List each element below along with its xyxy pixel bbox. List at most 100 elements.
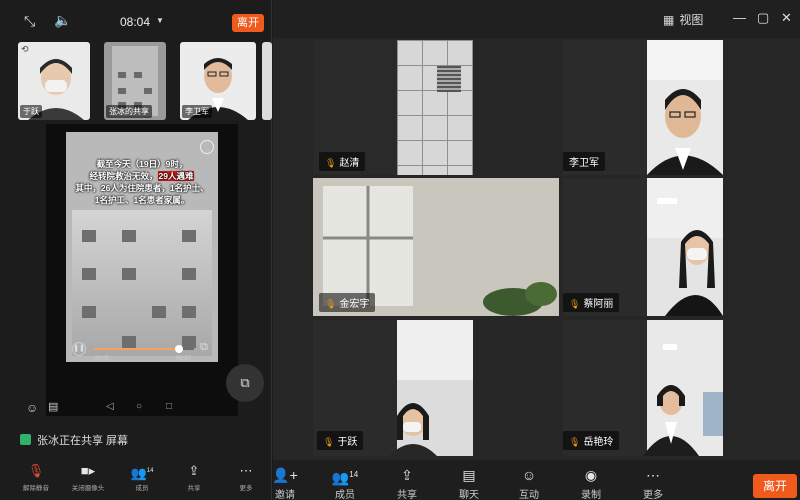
thumbnail-liweijun[interactable]: 李卫军 xyxy=(180,42,256,120)
members-badge: 14 xyxy=(146,468,154,474)
circle-button-icon[interactable] xyxy=(200,140,214,154)
recent-apps-icon[interactable]: □ xyxy=(166,402,172,412)
share-button[interactable]: ⇪ 共享 xyxy=(176,462,212,492)
close-icon[interactable]: ✕ xyxy=(781,10,792,26)
thumbnail-label: 张冰的共享 xyxy=(106,105,152,118)
video-tile-yueyanling[interactable]: 🎙 岳艳玲 xyxy=(563,320,723,456)
collapse-icon[interactable]: ⤡ xyxy=(24,14,35,28)
video-tile-woman-mask[interactable] xyxy=(647,178,723,316)
phone-top-bar: ⤡ 🔈 08:04 ▼ 离开 xyxy=(0,0,272,40)
chat-button[interactable]: ▤ 聊天 xyxy=(449,466,489,500)
emoji-icon[interactable]: ☺ xyxy=(26,402,38,414)
maximize-icon[interactable]: ▢ xyxy=(757,10,769,26)
progress-bar[interactable] xyxy=(94,345,194,353)
thumbnail-yuyue[interactable]: ⟲ 于跃 xyxy=(18,42,90,120)
participant-name: 🎙 岳艳玲 xyxy=(563,431,620,450)
mic-muted-icon: 🎙 xyxy=(27,463,45,478)
participant-name-text: 岳艳玲 xyxy=(583,437,614,448)
toolbar-label: 共享 xyxy=(187,485,201,492)
members-button[interactable]: 👥14 成员 xyxy=(325,466,365,500)
toolbar-label: 互动 xyxy=(519,490,539,500)
desktop-toolbar: 👤+ 邀请 👥14 成员 ⇪ 共享 ▤ 聊天 ☺ 互动 ◉ 录制 ⋯ 更多 xyxy=(272,460,800,500)
total-time: 00:07 xyxy=(176,356,192,362)
participant-name-text: 赵清 xyxy=(339,158,360,169)
mic-icon: 🎙 xyxy=(325,158,337,168)
back-icon[interactable]: ◁ xyxy=(106,402,114,412)
ceiling-scene xyxy=(397,40,473,175)
participant-name-text: 蔡阿丽 xyxy=(583,299,614,310)
comment-icon[interactable]: ▤ xyxy=(48,402,58,413)
unmute-button[interactable]: 🎙 解除静音 xyxy=(18,462,54,492)
camera-icon: ■▸ xyxy=(80,463,96,478)
invite-button[interactable]: 👤+ 邀请 xyxy=(265,466,305,500)
interact-button[interactable]: ☺ 互动 xyxy=(509,466,549,500)
phone-leave-button[interactable]: 离开 xyxy=(232,14,264,32)
meeting-time[interactable]: 08:04 xyxy=(120,15,150,29)
more-icon: ⋯ xyxy=(239,463,253,478)
participant-name: 🎙 蔡阿丽 xyxy=(563,293,620,312)
participant-name-text: 于跃 xyxy=(337,437,358,448)
screen: ⤡ 🔈 08:04 ▼ 离开 ⟲ 于跃 张冰的共享 李卫军 截至今天（19日）9… xyxy=(0,0,800,500)
share-icon: ⇪ xyxy=(401,467,413,483)
invite-icon: 👤+ xyxy=(272,467,298,483)
video-tile-yuyue[interactable]: 🎙 于跃 xyxy=(313,320,473,456)
share-button[interactable]: ⇪ 共享 xyxy=(387,466,427,500)
news-line: 截至今天（19日）9时， xyxy=(96,159,188,169)
share-status: 张冰正在共享 屏幕 xyxy=(20,432,128,448)
toolbar-label: 关闭摄像头 xyxy=(71,485,105,492)
desktop-title-bar: ▦ 视图 — ▢ ✕ xyxy=(273,0,800,38)
mic-icon: 🎙 xyxy=(569,437,581,447)
view-button[interactable]: ▦ 视图 xyxy=(663,11,703,28)
thumbnail-label: 于跃 xyxy=(20,105,42,118)
thumbnail-label: 李卫军 xyxy=(182,105,212,118)
toolbar-label: 录制 xyxy=(581,490,601,500)
toolbar-label: 成员 xyxy=(135,485,149,492)
home-icon[interactable]: ○ xyxy=(136,402,142,412)
thumbnail-partial[interactable] xyxy=(262,42,272,120)
members-icon: 👥14 xyxy=(331,469,359,486)
news-video[interactable]: 截至今天（19日）9时， 经转院救治无效，29人遇难 其中，26人为住院患者，1… xyxy=(66,132,218,362)
share-icon: ⇪ xyxy=(188,463,200,478)
video-tile-jinhongyu[interactable]: 🎙 金宏宇 xyxy=(313,178,559,316)
more-icon: ⋯ xyxy=(646,467,660,483)
building-image xyxy=(72,210,212,356)
share-tag-icon xyxy=(20,434,31,445)
ceiling-vent xyxy=(437,66,461,92)
members-icon: 👥14 xyxy=(130,465,154,481)
fullscreen-icon[interactable]: ⧉ xyxy=(200,342,208,353)
more-button[interactable]: ⋯ 更多 xyxy=(228,462,264,492)
more-button[interactable]: ⋯ 更多 xyxy=(633,466,673,500)
switch-view-button[interactable]: ⧉ xyxy=(226,364,264,402)
participant-name: 🎙 于跃 xyxy=(317,431,364,450)
participant-name: 李卫军 xyxy=(563,152,605,171)
minimize-icon[interactable]: — xyxy=(733,10,746,25)
view-label: 视图 xyxy=(679,13,704,27)
toolbar-label: 共享 xyxy=(397,490,417,500)
chat-icon: ▤ xyxy=(462,467,476,483)
members-button[interactable]: 👥14 成员 xyxy=(124,462,160,492)
progress-fill xyxy=(94,348,179,350)
video-tile-liweijun[interactable] xyxy=(647,40,723,175)
participant-name-text: 李卫军 xyxy=(569,158,599,169)
thumbnail-shared-screen[interactable]: 张冰的共享 xyxy=(104,42,166,120)
speaker-icon[interactable]: 🔈 xyxy=(54,13,71,27)
news-caption: 截至今天（19日）9时， 经转院救治无效，29人遇难 其中，26人为住院患者，1… xyxy=(66,158,218,206)
record-icon: ◉ xyxy=(584,467,598,483)
progress-knob[interactable] xyxy=(175,345,183,353)
news-highlight: 29人遇难 xyxy=(157,171,195,181)
pause-icon[interactable]: ❚❚ xyxy=(72,342,86,356)
toolbar-label: 更多 xyxy=(643,490,663,500)
toolbar-label: 解除静音 xyxy=(23,485,49,492)
camera-off-button[interactable]: ■▸ 关闭摄像头 xyxy=(70,462,106,492)
news-line: 1名护工、1名患者家属。 xyxy=(94,195,190,205)
share-status-text: 张冰正在共享 屏幕 xyxy=(37,435,129,447)
video-tile-ceiling[interactable] xyxy=(397,40,473,175)
participant-thumbnails: ⟲ 于跃 张冰的共享 李卫军 xyxy=(0,42,272,122)
desktop-leave-button[interactable]: 离开 xyxy=(753,474,797,498)
desktop-meeting-window: ▦ 视图 — ▢ ✕ 🎙 赵清 李卫军 🎙 金宏宇 🎙 蔡阿丽 🎙 于跃 🎙 岳… xyxy=(272,0,800,500)
caret-down-icon[interactable]: ▼ xyxy=(156,17,164,25)
current-time: 00:05 xyxy=(94,356,110,362)
grid-view-icon: ▦ xyxy=(663,13,675,27)
record-button[interactable]: ◉ 录制 xyxy=(571,466,611,500)
news-line: 经转院救治无效，29人遇难 xyxy=(66,170,218,182)
